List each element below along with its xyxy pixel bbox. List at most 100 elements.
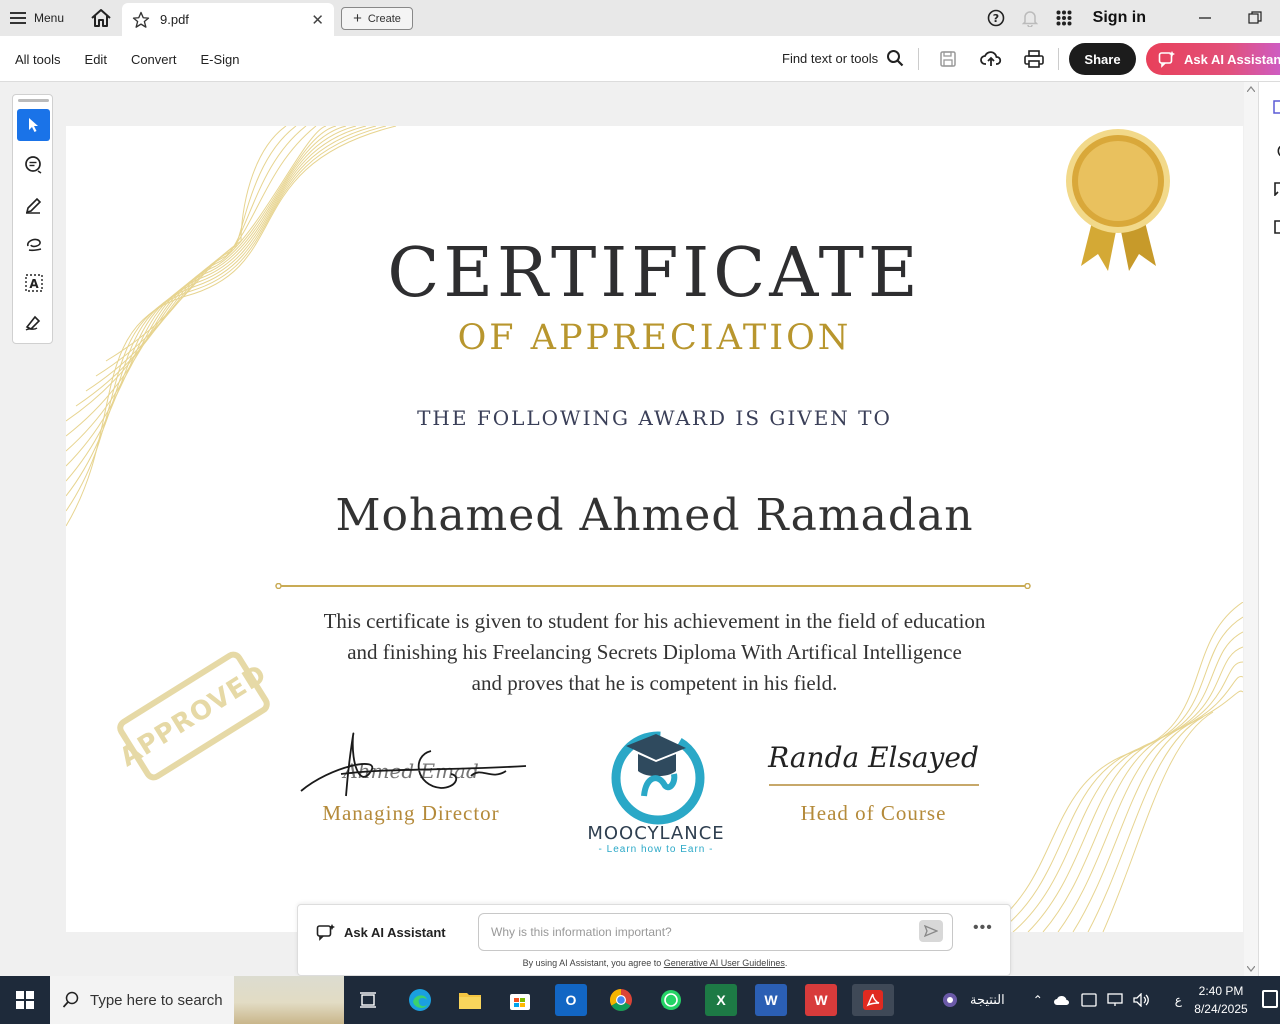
left-signature-text: Ahmed Emad <box>341 759 479 783</box>
send-arrow-icon <box>924 925 938 937</box>
start-button[interactable] <box>0 976 50 1024</box>
notification-center-icon[interactable] <box>1262 990 1278 1008</box>
text-box-icon: A <box>24 274 43 292</box>
search-icon <box>887 50 904 67</box>
acrobat-app[interactable] <box>852 984 894 1016</box>
pages-rail-icon[interactable] <box>1273 220 1280 234</box>
right-signature-line <box>769 784 979 786</box>
draw-tool[interactable] <box>17 228 50 260</box>
star-icon[interactable] <box>132 11 150 29</box>
task-view-button[interactable] <box>352 984 384 1016</box>
clock-time: 2:40 PM <box>1198 984 1244 998</box>
excel-app[interactable]: X <box>705 984 737 1016</box>
vertical-scrollbar[interactable] <box>1244 82 1258 976</box>
find-text-or-tools[interactable]: Find text or tools <box>782 49 904 67</box>
scroll-down-arrow-icon[interactable] <box>1247 966 1255 972</box>
show-hidden-icons[interactable]: ⌃ <box>1033 993 1043 1007</box>
ai-chat-icon <box>316 924 335 941</box>
menu-edit[interactable]: Edit <box>85 52 107 67</box>
thumbnails-icon[interactable] <box>1273 100 1280 114</box>
save-icon[interactable] <box>936 48 960 70</box>
create-label: Create <box>367 12 401 25</box>
whatsapp-app[interactable] <box>655 984 687 1016</box>
menu-e-sign[interactable]: E-Sign <box>200 52 239 67</box>
right-tools-rail[interactable] <box>1258 82 1280 976</box>
hamburger-icon <box>10 12 26 24</box>
whatsapp-icon <box>661 990 681 1010</box>
share-button[interactable]: Share <box>1069 43 1136 75</box>
restore-icon <box>1248 11 1262 24</box>
tab-title: 9.pdf <box>160 12 189 27</box>
disclaimer-text: By using AI Assistant, you agree to <box>522 958 662 968</box>
pen-highlight-icon <box>25 197 41 214</box>
send-button[interactable] <box>919 920 943 942</box>
ai-question-input[interactable] <box>478 913 953 951</box>
search-placeholder: Type here to search <box>90 991 223 1009</box>
create-button[interactable]: + Create <box>341 7 413 30</box>
edge-icon <box>409 989 431 1011</box>
print-icon[interactable] <box>1022 48 1046 70</box>
menu-button[interactable]: Menu <box>10 8 64 28</box>
file-explorer-app[interactable] <box>454 984 486 1016</box>
network-icon[interactable] <box>1107 993 1123 1007</box>
ai-assistant-icon <box>1158 51 1175 68</box>
select-tool[interactable] <box>17 109 50 141</box>
task-view-icon <box>360 992 376 1008</box>
word-app[interactable]: W <box>755 984 787 1016</box>
comment-tool[interactable] <box>17 149 50 181</box>
chrome-app[interactable] <box>605 984 637 1016</box>
freehand-draw-icon <box>26 238 41 252</box>
tray-label[interactable]: النتيجة <box>970 992 1005 1008</box>
body-line: and proves that he is competent in his f… <box>471 671 838 695</box>
home-button[interactable] <box>90 8 112 28</box>
bookmark-rail-icon[interactable] <box>1273 182 1280 196</box>
outlook-app[interactable]: O <box>555 984 587 1016</box>
main-toolbar: All tools Edit Convert E-Sign Find text … <box>0 36 1280 82</box>
sign-pen-icon <box>25 315 40 331</box>
plus-icon: + <box>353 10 362 27</box>
taskbar-search[interactable]: Type here to search <box>50 976 344 1024</box>
input-language[interactable]: ع <box>1175 993 1182 1007</box>
scroll-up-arrow-icon[interactable] <box>1247 86 1255 92</box>
left-role: Managing Director <box>322 801 500 825</box>
right-role: Head of Course <box>800 801 947 825</box>
pdf-page: CERTIFICATE OF APPRECIATION THE FOLLOWIN… <box>66 126 1243 932</box>
cloud-icon[interactable] <box>1053 993 1071 1007</box>
menu-convert[interactable]: Convert <box>131 52 177 67</box>
edge-app[interactable] <box>404 984 436 1016</box>
close-tab-icon[interactable]: ✕ <box>311 11 324 29</box>
windows-taskbar: Type here to search O X W W النتيجة ⌃ ع … <box>0 976 1280 1024</box>
minimize-button[interactable] <box>1180 11 1230 25</box>
ai-assistant-panel-label[interactable]: Ask AI Assistant <box>316 923 446 941</box>
document-tab[interactable]: 9.pdf ✕ <box>122 3 334 36</box>
document-viewer[interactable]: A CERTIFICATE OF APPRECIATION THE FOLLOW… <box>0 82 1280 976</box>
svg-text:A: A <box>29 277 39 291</box>
keyboard-icon[interactable] <box>1081 993 1097 1007</box>
weather-icon[interactable] <box>940 990 960 1010</box>
ai-guidelines-link[interactable]: Generative AI User Guidelines <box>664 958 785 968</box>
store-icon <box>510 994 530 1010</box>
text-box-tool[interactable]: A <box>17 267 50 299</box>
restore-button[interactable] <box>1230 11 1280 25</box>
comments-rail-icon[interactable] <box>1273 144 1280 158</box>
sign-tool[interactable] <box>17 306 50 338</box>
microsoft-store-app[interactable] <box>504 984 536 1016</box>
highlight-tool[interactable] <box>17 188 50 220</box>
certificate-title: CERTIFICATE <box>387 234 922 313</box>
notification-bell-icon[interactable] <box>1013 9 1047 27</box>
help-icon[interactable]: ? <box>979 9 1013 27</box>
ai-disclaimer: By using AI Assistant, you agree to Gene… <box>298 958 1012 968</box>
minimize-icon <box>1199 17 1211 19</box>
sign-in-button[interactable]: Sign in <box>1093 9 1146 27</box>
ask-ai-assistant-button[interactable]: Ask AI Assistant <box>1146 43 1280 75</box>
wps-app[interactable]: W <box>805 984 837 1016</box>
logo-name: MOOCYLANCE <box>587 823 725 844</box>
windows-logo-icon <box>16 991 34 1009</box>
upload-cloud-icon[interactable] <box>979 48 1003 70</box>
volume-icon[interactable] <box>1133 993 1151 1007</box>
apps-grid-icon[interactable] <box>1047 10 1081 26</box>
quick-tools-panel: A <box>12 94 53 344</box>
menu-all-tools[interactable]: All tools <box>15 52 61 67</box>
more-options-icon[interactable]: ••• <box>973 919 993 937</box>
clock[interactable]: 2:40 PM 8/24/2025 <box>1188 982 1254 1018</box>
